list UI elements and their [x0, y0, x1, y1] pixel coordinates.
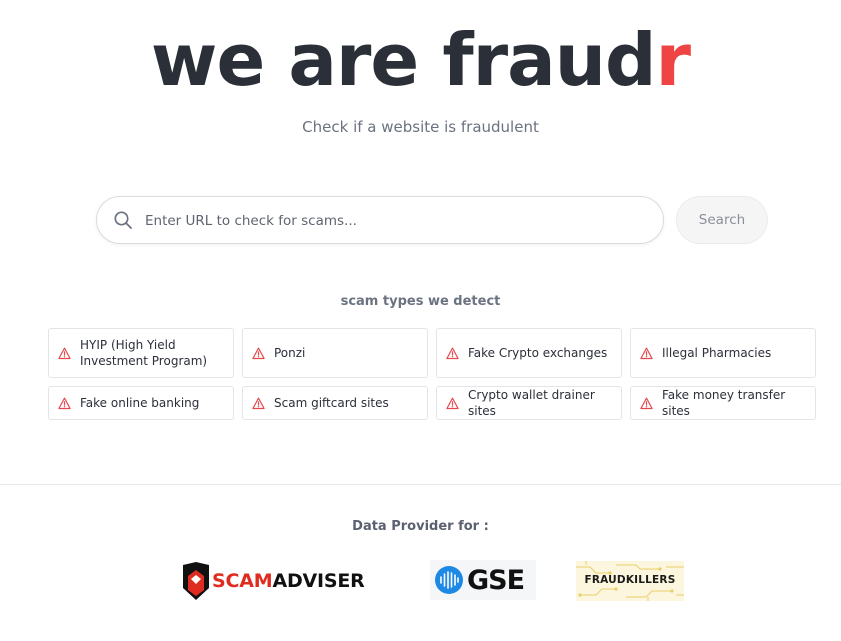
gse-wordmark: GSE	[467, 564, 525, 596]
scam-types-heading: scam types we detect	[340, 294, 501, 309]
gse-logo[interactable]: GSE	[430, 560, 536, 600]
search-icon	[114, 211, 132, 229]
scamadviser-wordmark-red: SCAM	[212, 570, 273, 592]
scamadviser-shield-icon	[183, 562, 209, 600]
site-title-accent: r	[655, 18, 692, 102]
warning-triangle-icon	[252, 347, 265, 359]
scam-type-label: Fake online banking	[80, 396, 200, 410]
site-title: we are fraudr	[0, 14, 841, 106]
scam-type-card: Illegal Pharmacies	[630, 328, 816, 378]
gse-fingerprint-icon	[435, 566, 463, 594]
scam-type-label: Scam giftcard sites	[274, 396, 389, 410]
scam-type-label: HYIP (High Yield Investment Program)	[80, 338, 208, 368]
url-search-input[interactable]	[145, 209, 645, 233]
scam-type-card: Fake online banking	[48, 386, 234, 420]
scam-type-card: Ponzi	[242, 328, 428, 378]
site-subtitle: Check if a website is fraudulent	[302, 118, 539, 136]
warning-triangle-icon	[640, 347, 653, 359]
scam-type-label: Fake money transfer sites	[662, 388, 786, 418]
scam-type-card: Scam giftcard sites	[242, 386, 428, 420]
scam-type-card: Fake money transfer sites	[630, 386, 816, 420]
scamadviser-wordmark-black: ADVISER	[272, 570, 365, 592]
scam-type-label: Illegal Pharmacies	[662, 346, 772, 360]
scam-type-card: HYIP (High Yield Investment Program)	[48, 328, 234, 378]
fraudkillers-wordmark: FRAUDKILLERS	[584, 574, 676, 586]
warning-triangle-icon	[640, 397, 653, 409]
scam-type-label: Fake Crypto exchanges	[468, 346, 608, 360]
scam-type-card: Fake Crypto exchanges	[436, 328, 622, 378]
search-button[interactable]: Search	[676, 196, 768, 244]
fraudkillers-logo[interactable]: FRAUDKILLERS	[576, 561, 684, 601]
warning-triangle-icon	[252, 397, 265, 409]
scam-types-grid: HYIP (High Yield Investment Program) Ponz…	[48, 328, 816, 420]
scamadviser-logo[interactable]: SCAMADVISER	[182, 561, 365, 601]
scam-type-card: Crypto wallet drainer sites	[436, 386, 622, 420]
site-title-main: we are fraud	[150, 18, 657, 102]
data-provider-heading: Data Provider for :	[352, 519, 489, 534]
scam-type-label: Ponzi	[274, 346, 306, 360]
search-bar[interactable]	[96, 196, 664, 244]
warning-triangle-icon	[58, 347, 71, 359]
warning-triangle-icon	[446, 347, 459, 359]
footer-divider	[0, 484, 841, 485]
scam-type-label: Crypto wallet drainer sites	[468, 388, 595, 418]
warning-triangle-icon	[446, 397, 459, 409]
warning-triangle-icon	[58, 397, 71, 409]
